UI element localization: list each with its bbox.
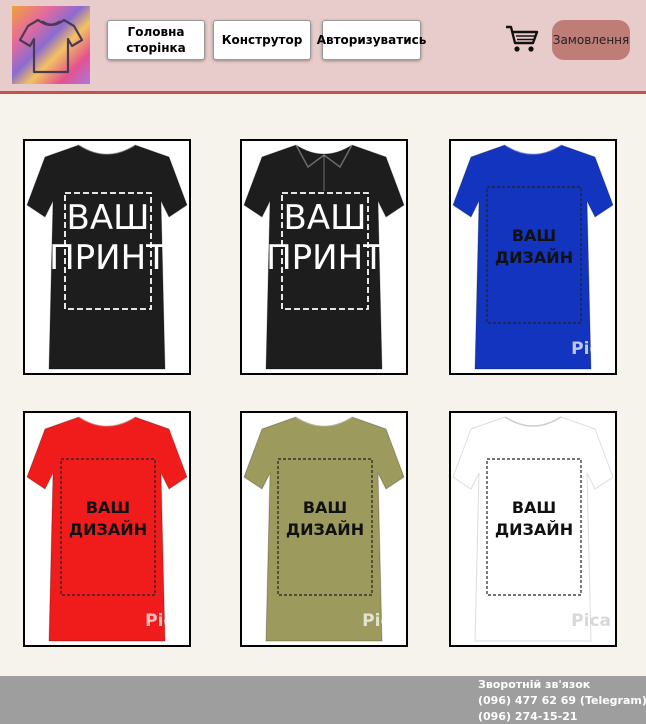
login-nav-label: Авторизуватись <box>316 33 427 47</box>
print-text-line2: ДИЗАЙН <box>69 520 147 539</box>
print-text-line1: ВАШ <box>86 498 130 517</box>
footer-feedback-title: Зворотній зв'язок <box>478 678 591 691</box>
product-card[interactable]: ВАШ ПРИНТ <box>240 139 408 375</box>
watermark-text: Pica <box>571 339 611 359</box>
product-card[interactable]: ВАШ ДИЗАЙН Pica <box>23 411 191 647</box>
print-text-line2: ДИЗАЙН <box>286 520 364 539</box>
login-nav-button[interactable]: Авторизуватись <box>317 20 426 60</box>
home-nav-label-line1: Головна <box>127 25 185 39</box>
print-text-line2: ДИЗАЙН <box>495 520 573 539</box>
product-card[interactable]: ВАШ ДИЗАЙН Pica <box>449 139 617 375</box>
constructor-nav-label: Конструтор <box>221 33 303 47</box>
site-header: Головна сторінка Конструтор Авторизувати… <box>0 0 646 94</box>
home-nav-button[interactable]: Головна сторінка <box>107 20 205 60</box>
tshirt-image: ВАШПРИНТ <box>243 144 405 370</box>
shopping-cart-icon[interactable] <box>504 24 540 54</box>
tshirt-image: ВАШПРИНТ <box>26 144 188 370</box>
product-card[interactable]: ВАШ ДИЗАЙН Pica <box>240 411 408 647</box>
orders-label: Замовлення <box>552 33 630 47</box>
print-text-line2: ДИЗАЙН <box>495 248 573 267</box>
print-text-line1: ВАШ <box>67 198 150 238</box>
watermark-text: Pica <box>145 611 185 631</box>
watermark-text: Pica <box>571 611 611 631</box>
tshirt-logo-icon[interactable] <box>12 6 90 84</box>
orders-button[interactable]: Замовлення <box>552 20 630 60</box>
print-text-line1: ВАШ <box>303 498 347 517</box>
footer-phone-telegram: (096) 477 62 69 (Telegram) <box>478 694 646 707</box>
print-text-line1: ВАШ <box>512 498 556 517</box>
print-text-line2: ПРИНТ <box>266 238 384 278</box>
print-text-line2: ПРИНТ <box>49 238 167 278</box>
product-card[interactable]: ВАШ ПРИНТ <box>23 139 191 375</box>
footer-phone-2: (096) 274-15-21 <box>478 710 578 723</box>
constructor-nav-button[interactable]: Конструтор <box>213 20 311 60</box>
home-nav-label-line2: сторінка <box>126 41 186 55</box>
site-footer: Зворотній зв'язок (096) 477 62 69 (Teleg… <box>0 676 646 724</box>
product-card[interactable]: ВАШ ДИЗАЙН Pica <box>449 411 617 647</box>
watermark-text: Pica <box>362 611 402 631</box>
print-text-line1: ВАШ <box>512 226 556 245</box>
print-text-line1: ВАШ <box>284 198 367 238</box>
